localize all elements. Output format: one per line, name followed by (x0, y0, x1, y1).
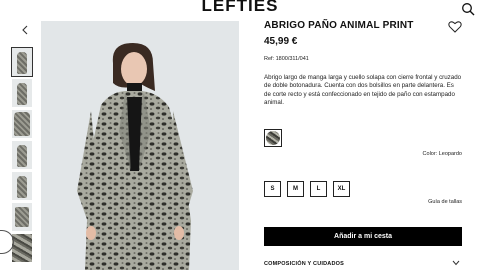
chevron-down-icon[interactable] (452, 260, 460, 266)
search-icon[interactable] (461, 2, 475, 16)
size-l-button[interactable]: L (310, 181, 327, 197)
thumbnail-list (11, 47, 33, 265)
thumbnail-1[interactable] (11, 47, 33, 77)
thumbnail-3[interactable] (12, 110, 32, 138)
thumbnail-4[interactable] (12, 141, 32, 169)
composition-accordion[interactable]: COMPOSICIÓN Y CUIDADOS (264, 261, 344, 267)
product-price: 45,99 € (264, 36, 298, 47)
color-swatch-leopardo[interactable] (264, 129, 282, 147)
thumbnail-6[interactable] (12, 203, 32, 231)
product-title: ABRIGO PAÑO ANIMAL PRINT (264, 20, 414, 31)
product-photo[interactable] (41, 21, 239, 270)
add-to-cart-button[interactable]: Añadir a mi cesta (264, 227, 462, 246)
chevron-left-icon[interactable] (21, 25, 29, 35)
size-xl-button[interactable]: XL (333, 181, 350, 197)
size-m-button[interactable]: M (287, 181, 304, 197)
size-selector: S M L XL (264, 181, 350, 197)
model-illustration (77, 43, 193, 270)
color-label: Color: Leopardo (422, 151, 462, 157)
thumbnail-7[interactable] (12, 234, 32, 262)
thumbnail-2[interactable] (12, 79, 32, 107)
brand-logo[interactable]: LEFTIES (0, 0, 480, 16)
size-guide-link[interactable]: Guía de tallas (428, 199, 462, 205)
product-ref: Ref: 1800/311/041 (264, 56, 309, 62)
thumbnail-5[interactable] (12, 172, 32, 200)
size-s-button[interactable]: S (264, 181, 281, 197)
heart-icon[interactable] (448, 20, 462, 33)
product-description: Abrigo largo de manga larga y cuello sol… (264, 74, 462, 107)
